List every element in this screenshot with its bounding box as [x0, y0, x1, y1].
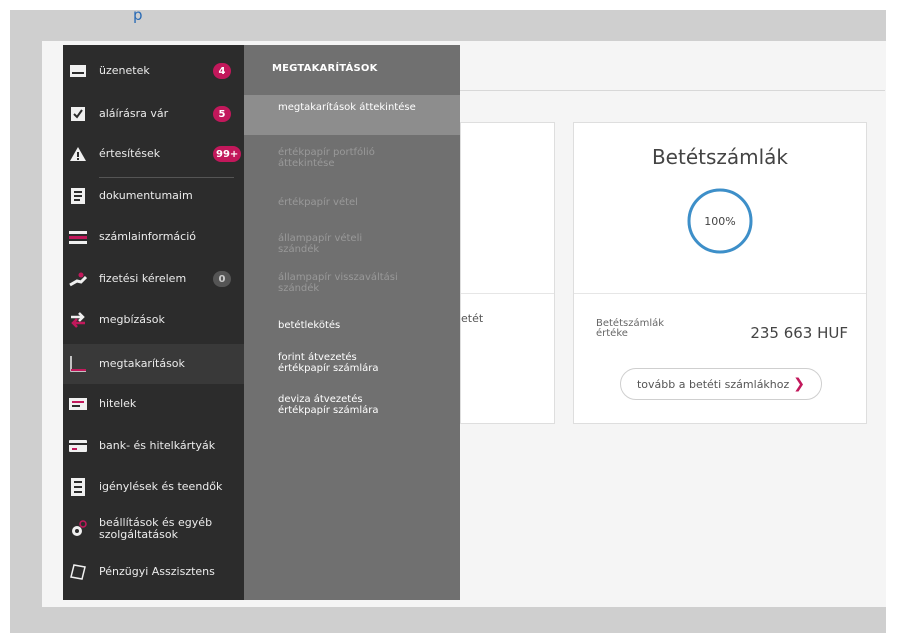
notifications-badge: 99+	[213, 146, 242, 162]
sidebar-item-label: igénylések és teendők	[99, 480, 223, 493]
sidebar-item-settings[interactable]: beállítások és egyéb szolgáltatások	[63, 509, 244, 549]
submenu-item-fixed-deposit[interactable]: betétlekötés	[244, 318, 460, 338]
document-icon	[69, 187, 87, 205]
sidebar-item-label: megtakarítások	[99, 357, 185, 370]
sidebar-item-requests[interactable]: igénylések és teendők	[63, 467, 244, 507]
submenu-item-govbond-redemption-intent[interactable]: állampapír visszaváltási szándék	[244, 268, 460, 298]
checklist-icon	[69, 478, 87, 496]
balance-label: Betétszámlák értéke	[596, 318, 665, 339]
submenu-item-label: állampapír vételi szándék	[278, 233, 363, 255]
sidebar-item-financial-assistant[interactable]: Pénzügyi Asszisztens	[63, 552, 244, 592]
sidebar-item-loans[interactable]: hitelek	[63, 384, 244, 424]
submenu-item-securities-purchase[interactable]: értékpapír vétel	[244, 193, 460, 213]
sidebar-item-label: fizetési kérelem	[99, 272, 187, 285]
sidebar-item-account-info[interactable]: számlainformáció	[63, 217, 244, 257]
assistant-icon	[69, 563, 87, 581]
payment-request-badge: 0	[213, 271, 231, 287]
submenu-item-savings-overview[interactable]: megtakarítások áttekintése	[244, 95, 460, 135]
sidebar-item-label: hitelek	[99, 397, 137, 410]
submenu-item-forint-transfer[interactable]: forint átvezetés értékpapír számlára	[244, 350, 460, 380]
sidebar-item-payment-request[interactable]: fizetési kérelem 0	[63, 259, 244, 299]
savings-chart-icon	[69, 355, 87, 373]
savings-submenu: MEGTAKARÍTÁSOK megtakarítások áttekintés…	[244, 45, 460, 600]
payment-request-icon	[69, 270, 87, 288]
sidebar-item-awaiting-signature[interactable]: aláírásra vár 5	[63, 94, 244, 134]
sidebar-item-label: beállítások és egyéb szolgáltatások	[99, 516, 213, 541]
sidebar-item-label: üzenetek	[99, 64, 150, 77]
submenu-item-label: értékpapír portfólió áttekintése	[278, 147, 375, 169]
submenu-item-label: állampapír visszaváltási szándék	[278, 272, 398, 294]
sidebar-item-label: bank- és hitelkártyák	[99, 439, 216, 452]
signature-badge: 5	[213, 106, 231, 122]
sidebar-item-label: értesítések	[99, 147, 161, 160]
submenu-title: MEGTAKARÍTÁSOK	[272, 63, 378, 74]
sidebar-item-label: dokumentumaim	[99, 189, 193, 202]
to-deposit-accounts-label: tovább a betéti számlákhoz	[636, 377, 790, 391]
submenu-item-label: betétlekötés	[278, 320, 341, 331]
submenu-item-label: forint átvezetés értékpapír számlára	[278, 352, 379, 374]
checkbox-icon	[69, 105, 87, 123]
sidebar-item-savings[interactable]: megtakarítások	[63, 344, 244, 384]
transfer-icon	[69, 311, 87, 329]
submenu-item-securities-portfolio[interactable]: értékpapír portfólió áttekintése	[244, 143, 460, 177]
tab-divider	[460, 90, 885, 91]
submenu-item-label: deviza átvezetés értékpapír számlára	[278, 394, 379, 416]
submenu-item-govbond-purchase-intent[interactable]: állampapír vételi szándék	[244, 229, 460, 259]
card-icon	[69, 437, 87, 455]
balance-value: 235 663 HUF	[750, 324, 848, 342]
sidebar-item-messages[interactable]: üzenetek 4	[63, 51, 244, 91]
sidebar-item-notifications[interactable]: értesítések 99+	[63, 134, 244, 174]
deposit-card-lower: Betétszámlák értéke 235 663 HUF tovább a…	[574, 293, 866, 424]
card-partial-text: etét	[461, 312, 484, 325]
percent-donut: 100%	[687, 188, 753, 254]
settings-icon	[69, 520, 87, 538]
to-deposit-accounts-button[interactable]: tovább a betéti számlákhoz ❯	[620, 368, 822, 400]
submenu-item-label: értékpapír vétel	[278, 197, 358, 208]
account-info-icon	[69, 228, 87, 246]
savings-card-partial	[460, 122, 555, 424]
deposit-card-title: Betétszámlák	[651, 145, 789, 169]
sidebar-item-label: megbízások	[99, 313, 165, 326]
sidebar-item-cards[interactable]: bank- és hitelkártyák	[63, 426, 244, 466]
mail-icon	[69, 62, 87, 80]
warning-icon	[69, 145, 87, 163]
sidebar-item-documents[interactable]: dokumentumaim	[63, 176, 244, 216]
sidebar-item-label: Pénzügyi Asszisztens	[99, 565, 215, 578]
main-sidebar: üzenetek 4 aláírásra vár 5 értesítések 9…	[63, 45, 244, 600]
messages-badge: 4	[213, 63, 231, 79]
chevron-right-icon: ❯	[793, 376, 806, 392]
sidebar-item-label: aláírásra vár	[99, 107, 169, 120]
sidebar-item-orders[interactable]: megbízások	[63, 300, 244, 340]
top-fragment-text: p	[133, 6, 143, 24]
sidebar-item-label: számlainformáció	[99, 230, 197, 243]
donut-percent-label: 100%	[704, 215, 735, 228]
submenu-item-label: megtakarítások áttekintése	[278, 102, 416, 113]
deposit-accounts-card: Betétszámlák 100% Betétszámlák értéke 23…	[573, 122, 867, 424]
loan-icon	[69, 395, 87, 413]
submenu-item-fx-transfer[interactable]: deviza átvezetés értékpapír számlára	[244, 392, 460, 422]
